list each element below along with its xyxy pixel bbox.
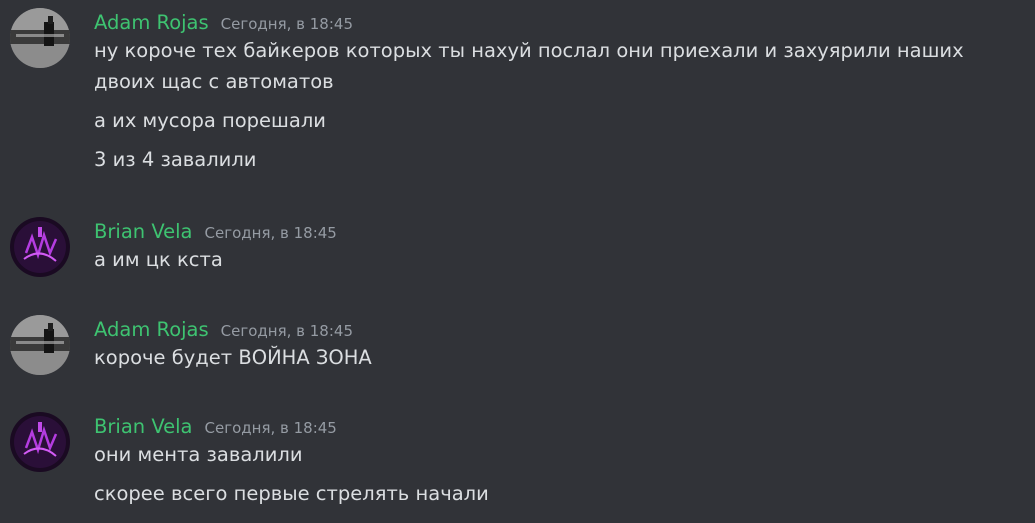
message-group: Brian Vela Сегодня, в 18:45 они мента за… bbox=[0, 412, 1035, 523]
chat-message-list: Adam Rojas Сегодня, в 18:45 ну короче те… bbox=[0, 0, 1035, 523]
message-header: Adam Rojas Сегодня, в 18:45 bbox=[94, 8, 353, 38]
message-group: Brian Vela Сегодня, в 18:45 а им цк кста bbox=[0, 217, 1035, 287]
message-header: Adam Rojas Сегодня, в 18:45 bbox=[94, 315, 353, 345]
message-text: скорее всего первые стрелять начали bbox=[94, 482, 489, 505]
message-header: Brian Vela Сегодня, в 18:45 bbox=[94, 412, 337, 442]
message-content: они мента завалили скорее всего первые с… bbox=[94, 439, 1014, 517]
username[interactable]: Adam Rojas bbox=[94, 315, 209, 345]
message-text: ну короче тех байкеров которых ты нахуй … bbox=[94, 39, 964, 62]
message-content: а им цк кста bbox=[94, 244, 1014, 283]
message-text: а им цк кста bbox=[94, 248, 223, 271]
username[interactable]: Brian Vela bbox=[94, 217, 193, 247]
username[interactable]: Brian Vela bbox=[94, 412, 193, 442]
message-header: Brian Vela Сегодня, в 18:45 bbox=[94, 217, 337, 247]
message-group: Adam Rojas Сегодня, в 18:45 короче будет… bbox=[0, 315, 1035, 385]
message-text: они мента завалили bbox=[94, 443, 303, 466]
message-text: короче будет ВОЙНА ЗОНА bbox=[94, 346, 372, 369]
message-text: а их мусора порешали bbox=[94, 109, 326, 132]
user-avatar-purple-graffiti-icon[interactable] bbox=[10, 217, 70, 277]
user-avatar-dark-photo-icon[interactable] bbox=[10, 315, 70, 375]
message-content: ну короче тех байкеров которых ты нахуй … bbox=[94, 35, 1014, 183]
user-avatar-dark-photo-icon[interactable] bbox=[10, 8, 70, 68]
user-avatar-purple-graffiti-icon[interactable] bbox=[10, 412, 70, 472]
message-group: Adam Rojas Сегодня, в 18:45 ну короче те… bbox=[0, 8, 1035, 188]
username[interactable]: Adam Rojas bbox=[94, 8, 209, 38]
message-text: двоих щас с автоматов bbox=[94, 70, 334, 93]
message-content: короче будет ВОЙНА ЗОНА bbox=[94, 342, 1014, 381]
message-text: 3 из 4 завалили bbox=[94, 148, 257, 171]
